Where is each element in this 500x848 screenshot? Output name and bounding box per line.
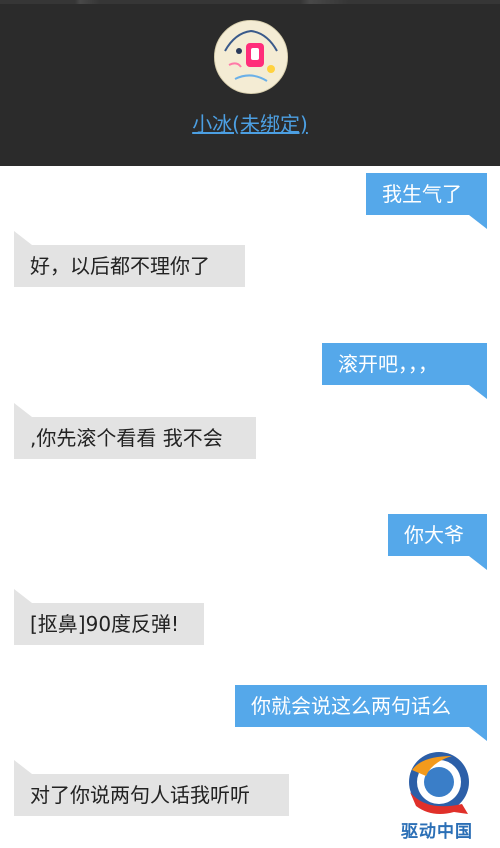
avatar-illustration-icon xyxy=(215,21,287,93)
bubble-tail xyxy=(469,215,487,229)
watermark: 驱动中国 xyxy=(382,748,492,842)
message-sent[interactable]: 你就会说这么两句话么 xyxy=(235,685,487,727)
status-bar xyxy=(0,0,500,4)
bubble-tail xyxy=(14,231,32,245)
chat-header: 小冰(未绑定) xyxy=(0,0,500,166)
message-received[interactable]: ,你先滚个看看 我不会 xyxy=(14,417,256,459)
bubble-tail xyxy=(469,385,487,399)
message-received[interactable]: [抠鼻]90度反弹! xyxy=(14,603,204,645)
contact-name-link[interactable]: 小冰(未绑定) xyxy=(0,108,500,137)
message-received[interactable]: 好，以后都不理你了 xyxy=(14,245,245,287)
bubble-tail xyxy=(469,556,487,570)
message-received[interactable]: 对了你说两句人话我听听 xyxy=(14,774,289,816)
bubble-tail xyxy=(14,589,32,603)
bubble-tail xyxy=(469,727,487,741)
bubble-tail xyxy=(14,403,32,417)
bubble-tail xyxy=(14,760,32,774)
message-sent[interactable]: 你大爷 xyxy=(388,514,487,556)
message-sent[interactable]: 滚开吧，，， xyxy=(322,343,487,385)
watermark-logo-icon xyxy=(409,752,469,814)
message-sent[interactable]: 我生气了 xyxy=(366,173,487,215)
chat-messages: 我生气了 好，以后都不理你了 滚开吧，，， ,你先滚个看看 我不会 你大爷 [抠… xyxy=(0,166,500,848)
watermark-text: 驱动中国 xyxy=(401,822,473,842)
contact-avatar[interactable] xyxy=(214,20,288,94)
